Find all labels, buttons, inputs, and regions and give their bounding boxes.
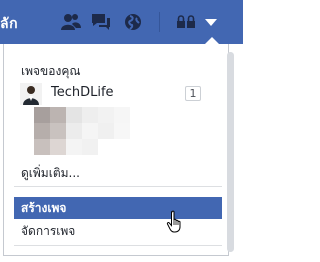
notification-count-badge: 1	[185, 86, 201, 101]
page-name: TechDLife	[51, 85, 114, 100]
menu-scrollbar[interactable]	[227, 52, 234, 252]
topbar-partial-text: ลัก	[0, 16, 19, 32]
pages-dropdown-menu: เพจของคุณ TechDLife 1 ดูเพิ่มเติม... สร้…	[3, 44, 229, 256]
see-more-link[interactable]: ดูเพิ่มเติม...	[21, 164, 80, 183]
page-item-techdlife[interactable]: TechDLife 1	[4, 79, 216, 109]
manage-pages-item[interactable]: จัดการเพจ	[14, 220, 222, 242]
hand-pointer-cursor-icon	[166, 210, 184, 234]
menu-divider-bottom	[14, 245, 222, 246]
create-page-item[interactable]: สร้างเพจ	[14, 197, 222, 219]
globe-icon[interactable]	[122, 12, 144, 32]
scrollbar-thumb[interactable]	[227, 52, 234, 252]
page-avatar	[20, 83, 42, 105]
menu-caret	[205, 37, 219, 44]
blurred-pages-list	[34, 107, 218, 155]
account-switch-icon[interactable]	[175, 12, 197, 32]
menu-divider	[14, 186, 222, 187]
friends-icon[interactable]	[60, 12, 82, 32]
messages-icon[interactable]	[90, 12, 112, 32]
topbar-divider	[159, 12, 160, 32]
dropdown-arrow-icon[interactable]	[203, 12, 225, 32]
